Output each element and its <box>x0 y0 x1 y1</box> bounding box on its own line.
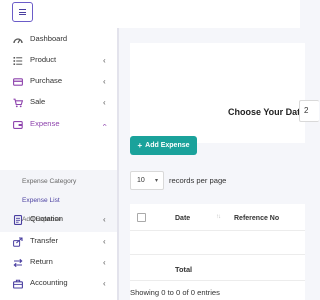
records-per-page-select[interactable]: 10 ▾ <box>130 171 164 190</box>
share-icon <box>13 237 23 247</box>
sidebar-item-accounting[interactable]: Accounting ‹ <box>0 274 117 294</box>
records-per-page-label: records per page <box>169 176 227 185</box>
main-content: Choose Your Date 2 + Add Expense 10 ▾ re… <box>119 28 319 300</box>
sidebar-item-sale[interactable]: Sale ‹ <box>0 93 117 113</box>
sidebar-item-dashboard[interactable]: Dashboard <box>0 30 117 50</box>
sidebar-item-label: Dashboard <box>30 34 68 43</box>
cart-icon <box>13 98 23 108</box>
table-info-text: Showing 0 to 0 of 0 entries <box>130 288 220 297</box>
chevron-left-icon: ‹ <box>103 279 106 288</box>
sidebar-item-label: Purchase <box>30 76 63 85</box>
sidebar-item-expense[interactable]: Expense ‹ <box>0 115 117 135</box>
wallet-icon <box>13 120 23 130</box>
chevron-left-icon: ‹ <box>103 77 106 86</box>
column-header-date[interactable]: Date <box>175 215 190 222</box>
column-header-reference[interactable]: Reference No <box>234 215 279 222</box>
date-filter-label: Choose Your Date <box>228 107 306 117</box>
list-icon <box>13 56 23 66</box>
table-empty-row <box>130 232 305 255</box>
sidebar-item-product[interactable]: Product ‹ <box>0 51 117 71</box>
submenu-item-expense-category[interactable]: Expense Category <box>22 178 76 185</box>
sidebar-item-quotation[interactable]: Quotation ‹ <box>0 210 117 230</box>
sidebar-item-label: Product <box>30 55 57 64</box>
sidebar-item-purchase[interactable]: Purchase ‹ <box>0 72 117 92</box>
chevron-left-icon: ‹ <box>103 215 106 224</box>
menu-toggle-button[interactable] <box>12 2 33 22</box>
briefcase-icon <box>13 279 23 289</box>
records-select-value: 10 <box>137 177 145 184</box>
table-footer-row: Total <box>130 255 305 281</box>
chevron-left-icon: ‹ <box>103 56 106 65</box>
chevron-left-icon: ‹ <box>103 237 106 246</box>
sidebar-item-label: Return <box>30 257 53 266</box>
sidebar-item-transfer[interactable]: Transfer ‹ <box>0 232 117 252</box>
add-expense-button[interactable]: + Add Expense <box>130 136 197 155</box>
add-expense-label: Add Expense <box>145 142 190 149</box>
sidebar-item-label: Accounting <box>30 278 68 287</box>
sidebar-item-label: Expense <box>30 119 60 128</box>
top-bar <box>0 0 300 28</box>
date-filter-card: Choose Your Date 2 <box>130 43 319 143</box>
expense-table: Date ↑↓ Reference No Total <box>130 204 305 300</box>
sidebar-item-label: Sale <box>30 97 46 106</box>
chevron-left-icon: ‹ <box>103 98 106 107</box>
plus-icon: + <box>137 141 143 150</box>
chevron-down-icon: ‹ <box>100 123 110 127</box>
sidebar-item-return[interactable]: Return ‹ <box>0 253 117 273</box>
total-label: Total <box>175 265 193 274</box>
card-icon <box>13 77 23 87</box>
chevron-left-icon: ‹ <box>103 258 106 267</box>
table-header-row: Date ↑↓ Reference No <box>130 204 305 231</box>
chevron-down-icon: ▾ <box>154 178 158 184</box>
exchange-icon <box>13 258 23 268</box>
submenu-item-expense-list[interactable]: Expense List <box>22 197 60 204</box>
gauge-icon <box>13 35 23 45</box>
date-range-input[interactable]: 2 <box>299 100 319 122</box>
sidebar-item-label: Transfer <box>30 236 58 245</box>
select-all-checkbox[interactable] <box>137 213 146 222</box>
sort-icon[interactable]: ↑↓ <box>216 214 221 220</box>
hamburger-icon <box>19 9 26 15</box>
document-icon <box>13 215 23 225</box>
sidebar-item-label: Quotation <box>30 214 63 223</box>
sidebar: Dashboard Product ‹ Purchase ‹ Sale ‹ Ex… <box>0 28 117 300</box>
